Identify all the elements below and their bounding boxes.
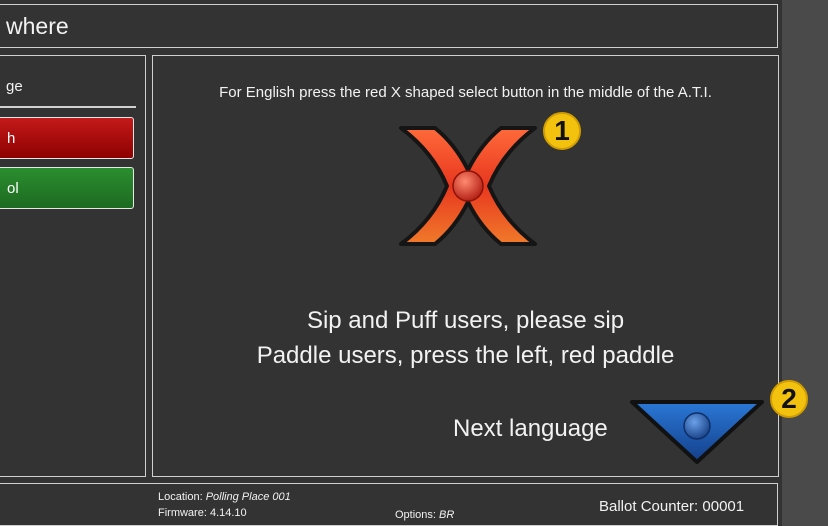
ballot-counter: Ballot Counter: 00001 [599, 498, 744, 515]
next-language-label: Next language [453, 415, 608, 442]
page-title: where [6, 13, 69, 39]
step-2-badge: 2 [770, 380, 808, 418]
step-1-badge: 1 [543, 112, 581, 150]
options-label: Options: [395, 509, 436, 521]
sidebar-heading: ge [6, 78, 23, 95]
language-button-label: h [7, 129, 16, 147]
paddle-instruction: Paddle users, press the left, red paddle [256, 342, 675, 369]
language-button-label: ol [7, 179, 19, 197]
sip-puff-instruction: Sip and Puff users, please sip [306, 307, 625, 334]
instruction-panel: For English press the red X shaped selec… [152, 55, 808, 477]
status-footer: Location: Polling Place 001 Firmware: 4.… [0, 483, 778, 526]
language-button-second[interactable]: ol [0, 167, 134, 209]
firmware-label: Firmware: [158, 507, 207, 519]
ballot-counter-label: Ballot Counter: [599, 498, 699, 515]
english-instruction: For English press the red X shaped selec… [219, 84, 712, 101]
sidebar-divider [0, 106, 136, 108]
location-label: Location: [158, 491, 203, 503]
right-edge-panel [782, 0, 828, 526]
header-bar: where [0, 4, 778, 48]
firmware-info: Firmware: 4.14.10 [158, 507, 247, 519]
x-select-button-icon[interactable] [393, 124, 543, 248]
location-info: Location: Polling Place 001 [158, 491, 291, 503]
language-button-english[interactable]: h [0, 117, 134, 159]
language-sidebar: ge h ol [0, 55, 146, 477]
options-value: BR [439, 509, 455, 521]
down-arrow-button-icon[interactable] [628, 398, 766, 466]
firmware-value: 4.14.10 [209, 507, 247, 519]
ballot-counter-value: 00001 [702, 498, 745, 515]
options-info: Options: BR [395, 509, 454, 521]
location-value: Polling Place 001 [205, 491, 291, 503]
